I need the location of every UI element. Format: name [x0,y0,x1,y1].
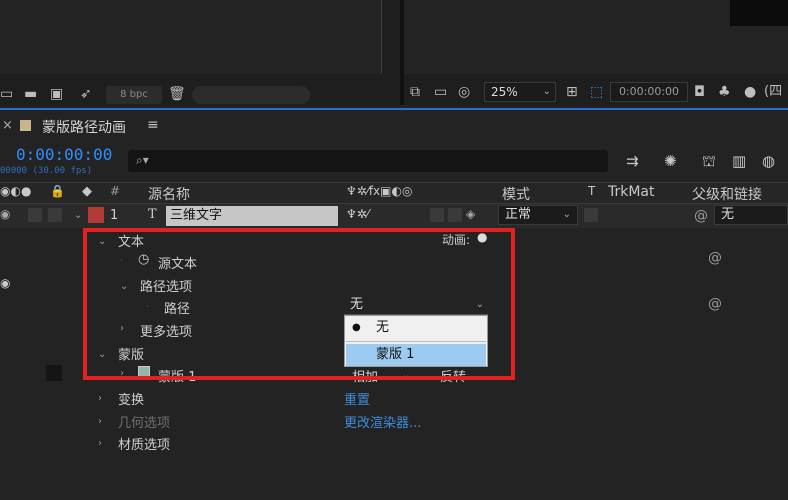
transform-group-label[interactable]: 变换 [118,389,144,408]
column-mode[interactable]: 模式 [502,184,530,204]
layer-label-color[interactable] [88,207,104,223]
draft-3d-icon[interactable]: ✺ [664,152,677,170]
lock-toggle[interactable] [48,208,62,222]
column-source-name[interactable]: 源名称 [148,184,190,204]
shy-layers-icon[interactable]: ⛫ [702,152,716,172]
chevron-down-icon: ⌄ [562,209,571,220]
column-trkmat[interactable]: TrkMat [608,184,655,200]
pickwhip-icon[interactable]: @ [708,296,722,312]
mask-visibility-icon[interactable]: ◎ [458,84,470,100]
chevron-down-icon: ⌄ [542,86,551,97]
viewer-timecode[interactable]: 0:00:00:00 [610,82,688,102]
color-channels-icon[interactable]: ● [744,84,756,100]
bit-depth-button[interactable]: 8 bpc [106,86,162,104]
column-parent[interactable]: 父级和链接 [692,184,762,204]
transform-reset-link[interactable]: 重置 [344,389,370,408]
geometry-options-label[interactable]: 几何选项 [118,412,170,431]
monitor-icon[interactable]: ▭ [434,84,447,100]
blend-mode-select[interactable]: 正常 ⌄ [498,205,578,225]
region-of-interest-icon[interactable]: ⬚ [590,84,603,100]
track-matte-toggle[interactable] [584,208,598,222]
view-layout-label[interactable]: (四 [764,84,782,100]
composition-tab-title[interactable]: 蒙版路径动画 [42,117,126,137]
av-switches-icon[interactable]: ◉◐● [0,184,31,198]
solo-toggle[interactable] [28,208,42,222]
label-tag-icon[interactable]: ◆ [82,184,92,199]
current-time-display[interactable]: 0:00:00:00 [16,145,112,164]
layer-switch-icons[interactable]: ♆✲⁄ [346,207,369,221]
layer-index: 1 [110,208,119,223]
active-panel-indicator [0,108,788,110]
grid-guides-icon[interactable]: ⊞ [566,84,578,100]
switch-box-1[interactable] [430,208,444,222]
panel-scrollbar[interactable] [192,86,310,104]
always-preview-icon[interactable]: ⧉ [410,84,420,100]
mask-solo-toggle[interactable] [46,365,62,381]
blend-mode-value: 正常 [505,207,532,222]
frame-rate-display: 00000 (30.00 fps) [0,166,93,176]
layer-name[interactable]: 三维文字 [166,206,338,226]
folder-icon[interactable]: ▬ [24,86,37,102]
material-options-label[interactable]: 材质选项 [118,434,170,453]
chevron-down-icon[interactable]: ⌄ [74,210,82,221]
trash-icon[interactable]: 🗑 [168,86,186,102]
text-layer-icon: T [148,207,157,222]
render-queue-icon[interactable]: ➶ [80,86,92,102]
zoom-select[interactable]: 25% ⌄ [484,82,556,102]
new-composition-icon[interactable]: ▣ [50,86,63,102]
pickwhip-icon[interactable]: @ [694,208,708,224]
highlight-annotation-box [83,228,515,380]
composition-color-swatch [20,120,31,131]
close-tab-icon[interactable]: × [2,118,13,133]
composition-canvas-corner [730,0,788,26]
3d-layer-icon[interactable]: ◈ [466,207,475,221]
camera-snapshot-icon[interactable]: ◘ [694,84,705,100]
chevron-right-icon[interactable]: › [98,438,102,449]
frame-blending-icon[interactable]: ▥ [732,152,746,170]
composition-mini-flowchart-icon[interactable]: ⇉ [626,152,639,170]
parent-select[interactable]: 无 [714,205,788,225]
show-snapshot-icon[interactable]: ♣ [718,84,731,100]
column-track-t[interactable]: T [588,184,595,198]
eye-icon[interactable]: ◉ [0,276,10,290]
pickwhip-icon[interactable]: @ [708,250,722,266]
panel-menu-icon[interactable]: ≡ [147,117,159,133]
motion-blur-icon[interactable]: ◍ [762,152,775,170]
switch-box-2[interactable] [448,208,462,222]
column-number[interactable]: # [110,184,120,198]
zoom-value: 25% [491,85,518,99]
chevron-right-icon[interactable]: › [98,416,102,427]
layer-search-input[interactable] [128,150,608,172]
chevron-right-icon[interactable]: › [98,393,102,404]
search-icon: ⌕▾ [136,153,149,167]
lock-icon[interactable]: 🔒 [50,184,65,198]
flowchart-icon[interactable]: ▭ [0,86,13,102]
layer-switches-icon[interactable]: ♆✲⁄fx▣◐◎ [346,184,412,198]
change-renderer-link[interactable]: 更改渲染器... [344,412,421,431]
eye-icon[interactable]: ◉ [0,207,10,221]
left-viewer-area [0,0,382,74]
